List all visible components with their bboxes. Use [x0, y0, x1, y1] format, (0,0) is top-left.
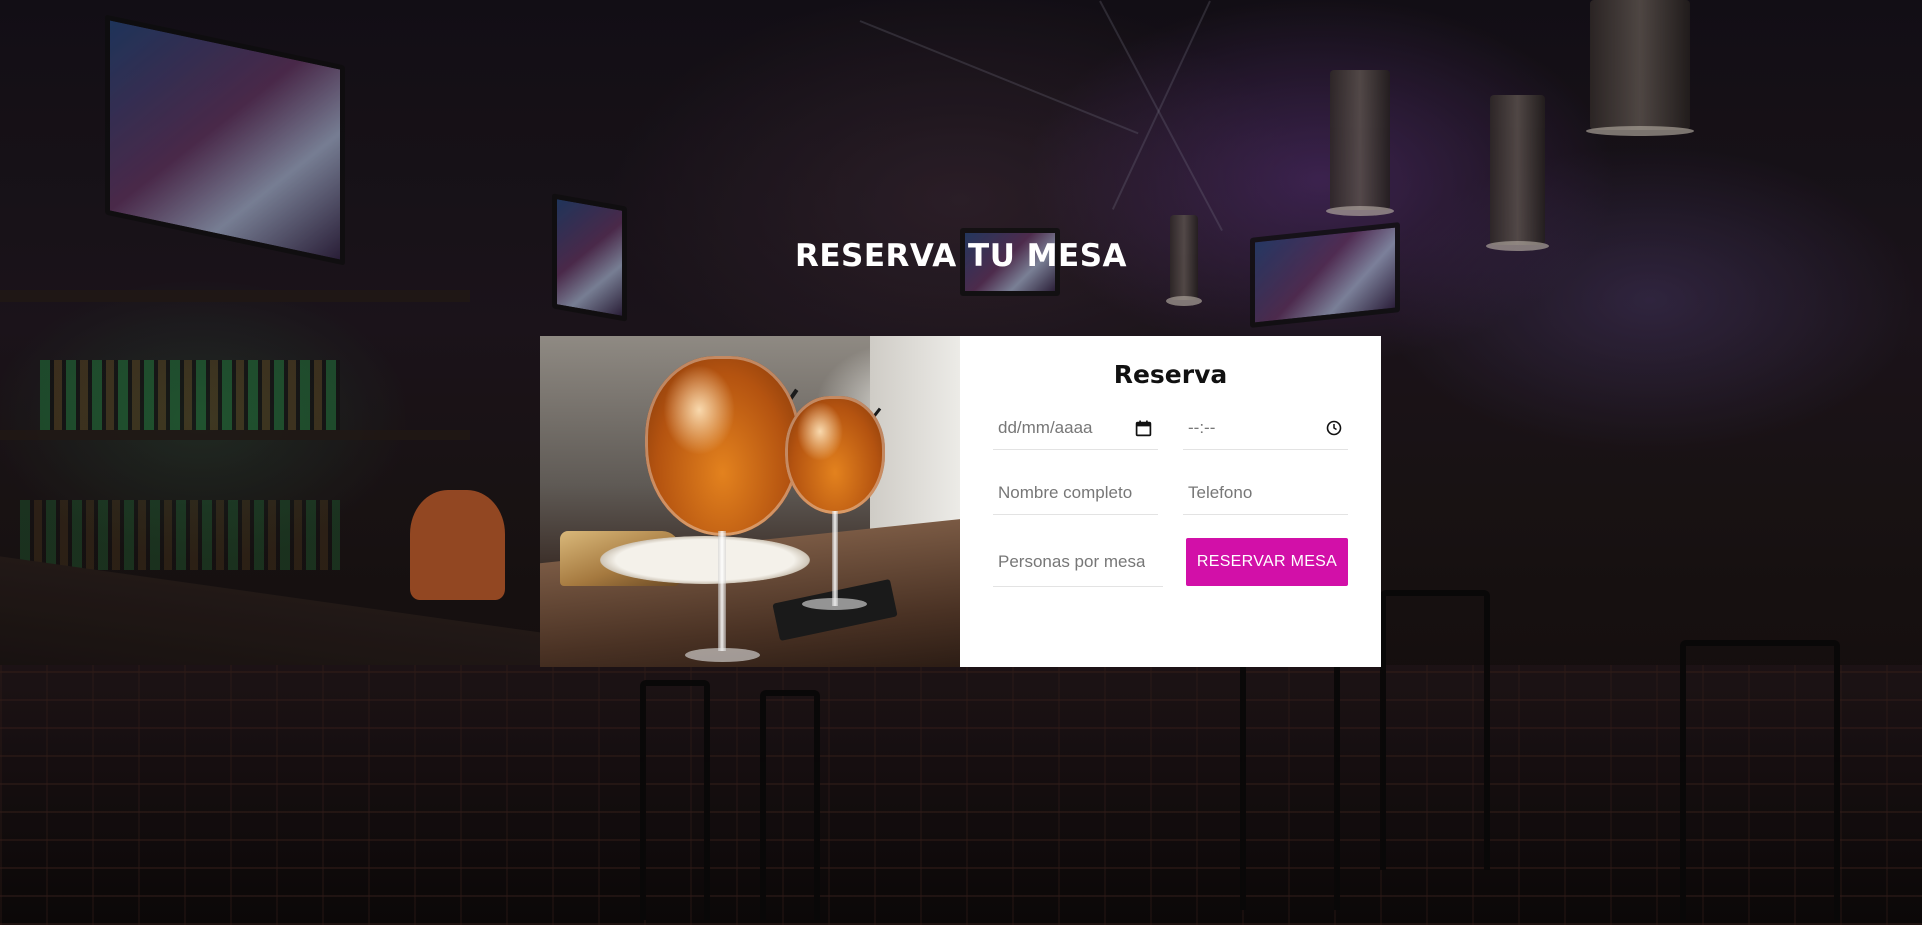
time-input[interactable]: --:-- [1183, 407, 1348, 450]
full-name-input[interactable]: Nombre completo [993, 472, 1158, 515]
full-name-placeholder: Nombre completo [998, 483, 1133, 502]
people-per-table-input[interactable]: Personas por mesa [993, 537, 1163, 587]
photo-plate [600, 536, 810, 584]
phone-placeholder: Telefono [1188, 483, 1253, 502]
phone-input[interactable]: Telefono [1183, 472, 1348, 515]
glass-stem [832, 511, 838, 606]
reserve-table-button[interactable]: RESERVAR MESA [1186, 538, 1348, 586]
form-row-name-phone: Nombre completo Telefono [993, 472, 1348, 515]
cocktail-glass [645, 356, 800, 536]
time-placeholder: --:-- [1188, 418, 1216, 437]
clock-icon[interactable] [1326, 420, 1342, 436]
cocktail-photo [540, 336, 960, 667]
form-row-date-time: dd/mm/aaaa --:-- [993, 407, 1348, 450]
calendar-icon[interactable] [1135, 420, 1152, 437]
reservation-card: Reserva dd/mm/aaaa --:-- Nombre completo… [540, 336, 1381, 667]
glass-foot [685, 648, 760, 662]
reservation-form: Reserva dd/mm/aaaa --:-- Nombre completo… [960, 336, 1381, 667]
glass-stem [718, 531, 726, 651]
form-title: Reserva [1113, 360, 1228, 389]
cocktail-glass [785, 396, 885, 514]
date-input[interactable]: dd/mm/aaaa [993, 407, 1158, 450]
glass-foot [802, 598, 867, 610]
people-placeholder: Personas por mesa [998, 551, 1146, 571]
date-placeholder: dd/mm/aaaa [998, 418, 1093, 437]
form-row-people-submit: Personas por mesa RESERVAR MESA [993, 537, 1348, 587]
page-title: RESERVA TU MESA [794, 238, 1128, 274]
